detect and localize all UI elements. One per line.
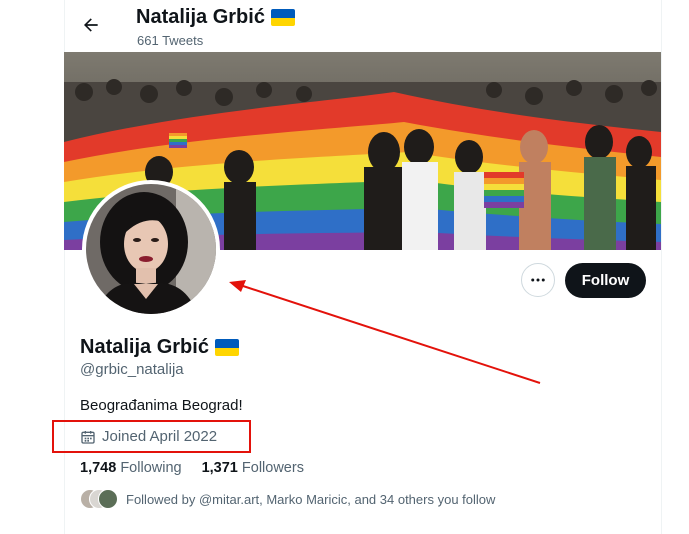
follow-stats: 1,748 Following 1,371 Followers <box>80 460 304 476</box>
tweet-count: 661 Tweets <box>137 33 204 48</box>
following-count: 1,748 <box>80 460 117 476</box>
profile-handle: @grbic_natalija <box>80 361 184 378</box>
follow-button[interactable]: Follow <box>565 263 646 298</box>
profile-bio: Beograđanima Beograd! <box>80 397 243 414</box>
profile-name-row: Natalija Grbić <box>80 336 239 359</box>
avatar-photo <box>86 184 216 314</box>
following-label: Following <box>120 460 182 476</box>
following-link[interactable]: 1,748 Following <box>80 460 182 476</box>
ukraine-flag-icon <box>270 9 295 26</box>
annotation-highlight-box <box>52 420 251 453</box>
more-horizontal-icon <box>531 278 545 282</box>
ukraine-flag-icon <box>214 339 239 356</box>
arrow-left-icon <box>84 18 98 32</box>
followed-by-row[interactable]: Followed by @mitar.art, Marko Maricic, a… <box>80 489 495 509</box>
back-button[interactable] <box>76 10 106 40</box>
followers-label: Followers <box>241 460 304 476</box>
more-options-button[interactable] <box>521 263 555 297</box>
header-name: Natalija Grbić <box>136 6 265 28</box>
mutual-avatars <box>80 489 118 509</box>
mutual-avatar <box>98 489 118 509</box>
header-title: Natalija Grbić <box>136 6 295 29</box>
profile-avatar[interactable] <box>82 180 220 318</box>
followers-count: 1,371 <box>201 460 238 476</box>
followers-link[interactable]: 1,371 Followers <box>202 460 304 476</box>
followed-by-text: Followed by @mitar.art, Marko Maricic, a… <box>126 491 496 507</box>
profile-name: Natalija Grbić <box>80 336 209 358</box>
